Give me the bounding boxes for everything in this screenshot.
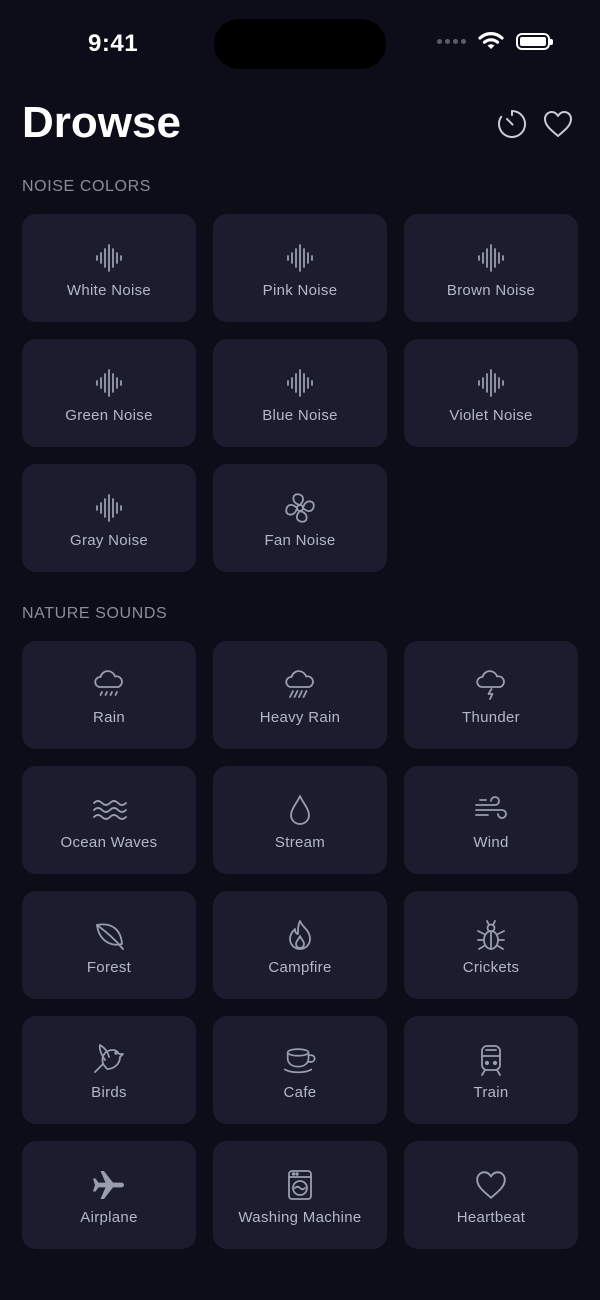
waveform-icon (473, 240, 509, 276)
cloud-bolt-icon (473, 667, 509, 703)
status-bar: 9:41 (0, 0, 600, 90)
airplane-icon (91, 1167, 127, 1203)
cloud-rain-icon (91, 667, 127, 703)
sound-tile-label: Stream (274, 833, 326, 851)
heart-icon (473, 1167, 509, 1203)
sound-tile-label: Rain (92, 708, 126, 726)
nature-sounds-grid: Rain Heavy Rain Thunder Ocean Waves Stre… (22, 641, 578, 1249)
sound-tile-label: Pink Noise (262, 281, 338, 299)
timer-button[interactable] (495, 107, 529, 141)
sound-tile-label: White Noise (66, 281, 152, 299)
sound-tile-wind[interactable]: Wind (404, 766, 578, 874)
sound-tile-gray-noise[interactable]: Gray Noise (22, 464, 196, 572)
sound-tile-green-noise[interactable]: Green Noise (22, 339, 196, 447)
waveform-icon (91, 490, 127, 526)
noise-colors-grid: White Noise Pink Noise Brown Noise Green… (22, 214, 578, 572)
bird-icon (91, 1042, 127, 1078)
cup-icon (282, 1042, 318, 1078)
cellular-signal-icon (437, 38, 466, 44)
sound-tile-washing-machine[interactable]: Washing Machine (213, 1141, 387, 1249)
sound-tile-thunder[interactable]: Thunder (404, 641, 578, 749)
drop-icon (282, 792, 318, 828)
sound-tile-label: Crickets (462, 958, 520, 976)
ant-icon (473, 917, 509, 953)
waveform-icon (282, 365, 318, 401)
section-label-noise-colors: NOISE COLORS (22, 178, 152, 195)
sound-tile-birds[interactable]: Birds (22, 1016, 196, 1124)
tram-icon (473, 1042, 509, 1078)
sound-tile-label: Green Noise (65, 406, 153, 424)
sound-tile-heavy-rain[interactable]: Heavy Rain (213, 641, 387, 749)
waveform-icon (282, 240, 318, 276)
sound-tile-label: Airplane (80, 1208, 138, 1226)
sound-tile-label: Gray Noise (69, 531, 149, 549)
waveform-icon (91, 240, 127, 276)
heart-icon (542, 109, 574, 139)
flame-icon (282, 917, 318, 953)
sound-tile-violet-noise[interactable]: Violet Noise (404, 339, 578, 447)
sound-tile-fan-noise[interactable]: Fan Noise (213, 464, 387, 572)
sound-tile-label: Train (473, 1083, 509, 1101)
sound-tile-label: Forest (86, 958, 132, 976)
wifi-icon (478, 31, 504, 51)
sound-tile-white-noise[interactable]: White Noise (22, 214, 196, 322)
sound-tile-label: Campfire (268, 958, 332, 976)
status-time: 9:41 (88, 30, 139, 57)
sound-tile-label: Cafe (283, 1083, 317, 1101)
sound-tile-crickets[interactable]: Crickets (404, 891, 578, 999)
waves-icon (91, 792, 127, 828)
waveform-icon (91, 365, 127, 401)
fan-icon (282, 490, 318, 526)
wind-icon (473, 792, 509, 828)
sound-tile-ocean-waves[interactable]: Ocean Waves (22, 766, 196, 874)
sound-tile-pink-noise[interactable]: Pink Noise (213, 214, 387, 322)
sound-tile-label: Heartbeat (456, 1208, 526, 1226)
leaf-icon (91, 917, 127, 953)
sound-tile-label: Violet Noise (449, 406, 533, 424)
sound-tile-campfire[interactable]: Campfire (213, 891, 387, 999)
status-icons (437, 31, 553, 51)
sound-tile-stream[interactable]: Stream (213, 766, 387, 874)
sound-tile-label: Blue Noise (262, 406, 338, 424)
sound-tile-label: Fan Noise (264, 531, 336, 549)
sound-tile-label: Thunder (462, 708, 520, 726)
sound-tile-label: Birds (91, 1083, 127, 1101)
sound-tile-cafe[interactable]: Cafe (213, 1016, 387, 1124)
sound-tile-brown-noise[interactable]: Brown Noise (404, 214, 578, 322)
sound-tile-label: Brown Noise (446, 281, 536, 299)
timer-icon (496, 108, 528, 140)
sound-tile-forest[interactable]: Forest (22, 891, 196, 999)
sound-tile-rain[interactable]: Rain (22, 641, 196, 749)
sound-tile-label: Washing Machine (238, 1208, 362, 1226)
section-label-nature-sounds: NATURE SOUNDS (22, 605, 168, 622)
sound-tile-heartbeat[interactable]: Heartbeat (404, 1141, 578, 1249)
dynamic-island (214, 19, 386, 69)
washer-icon (282, 1167, 318, 1203)
sound-tile-label: Ocean Waves (60, 833, 158, 851)
favorites-button[interactable] (541, 107, 575, 141)
sound-tile-airplane[interactable]: Airplane (22, 1141, 196, 1249)
sound-tile-label: Heavy Rain (259, 708, 341, 726)
battery-icon (516, 32, 553, 50)
cloud-heavy-rain-icon (282, 667, 318, 703)
sound-tile-train[interactable]: Train (404, 1016, 578, 1124)
sound-tile-label: Wind (473, 833, 509, 851)
sound-tile-blue-noise[interactable]: Blue Noise (213, 339, 387, 447)
waveform-icon (473, 365, 509, 401)
page-title: Drowse (22, 98, 181, 147)
